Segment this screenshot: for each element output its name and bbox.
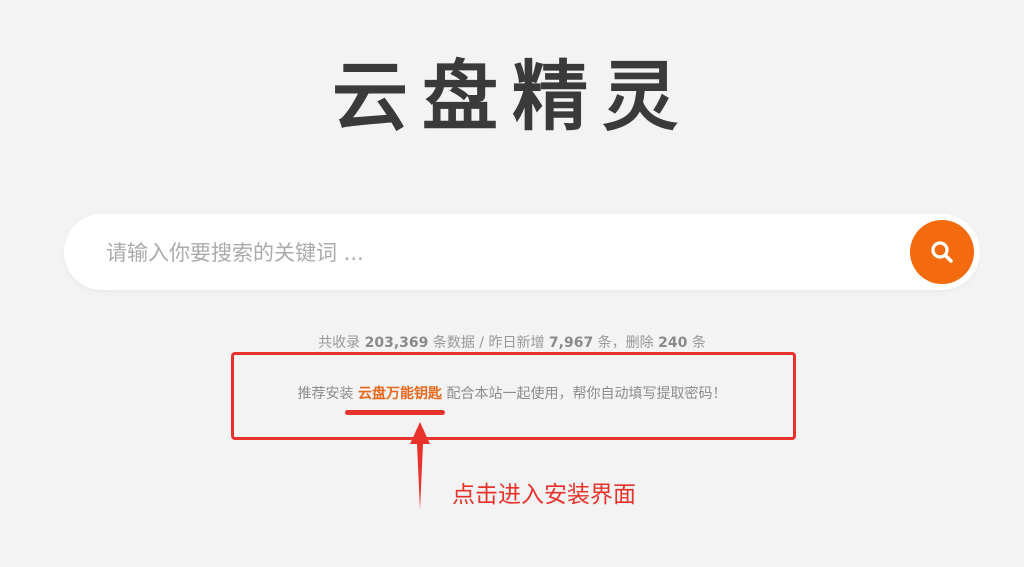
stats-total-count: 203,369 (364, 335, 429, 351)
stats-mid-text-1: 条数据 / 昨日新增 (432, 335, 545, 351)
app-install-link[interactable]: 云盘万能钥匙 (358, 386, 442, 402)
annotation-arrow-icon (410, 422, 430, 510)
search-bar (64, 214, 980, 290)
search-input[interactable] (104, 232, 898, 274)
stats-deleted-count: 240 (658, 335, 688, 351)
annotation-callout: 点击进入安装界面 (452, 482, 636, 508)
site-stats: 共收录 203,369 条数据 / 昨日新增 7,967 条，删除 240 条 (0, 333, 1024, 353)
stats-suffix: 条 (691, 335, 706, 351)
search-icon (931, 241, 953, 263)
stats-new-today-count: 7,967 (548, 335, 594, 351)
recommend-line: 推荐安装 云盘万能钥匙 配合本站一起使用，帮你自动填写提取密码！ (0, 384, 1024, 404)
recommend-suffix: 配合本站一起使用，帮你自动填写提取密码！ (446, 386, 727, 402)
stats-prefix: 共收录 (318, 335, 361, 351)
search-button[interactable] (910, 220, 974, 284)
recommend-prefix: 推荐安装 (297, 386, 354, 402)
site-logo: 云盘精灵 (332, 52, 692, 141)
annotation-underline (345, 410, 445, 415)
stats-mid-text-2: 条，删除 (597, 335, 654, 351)
